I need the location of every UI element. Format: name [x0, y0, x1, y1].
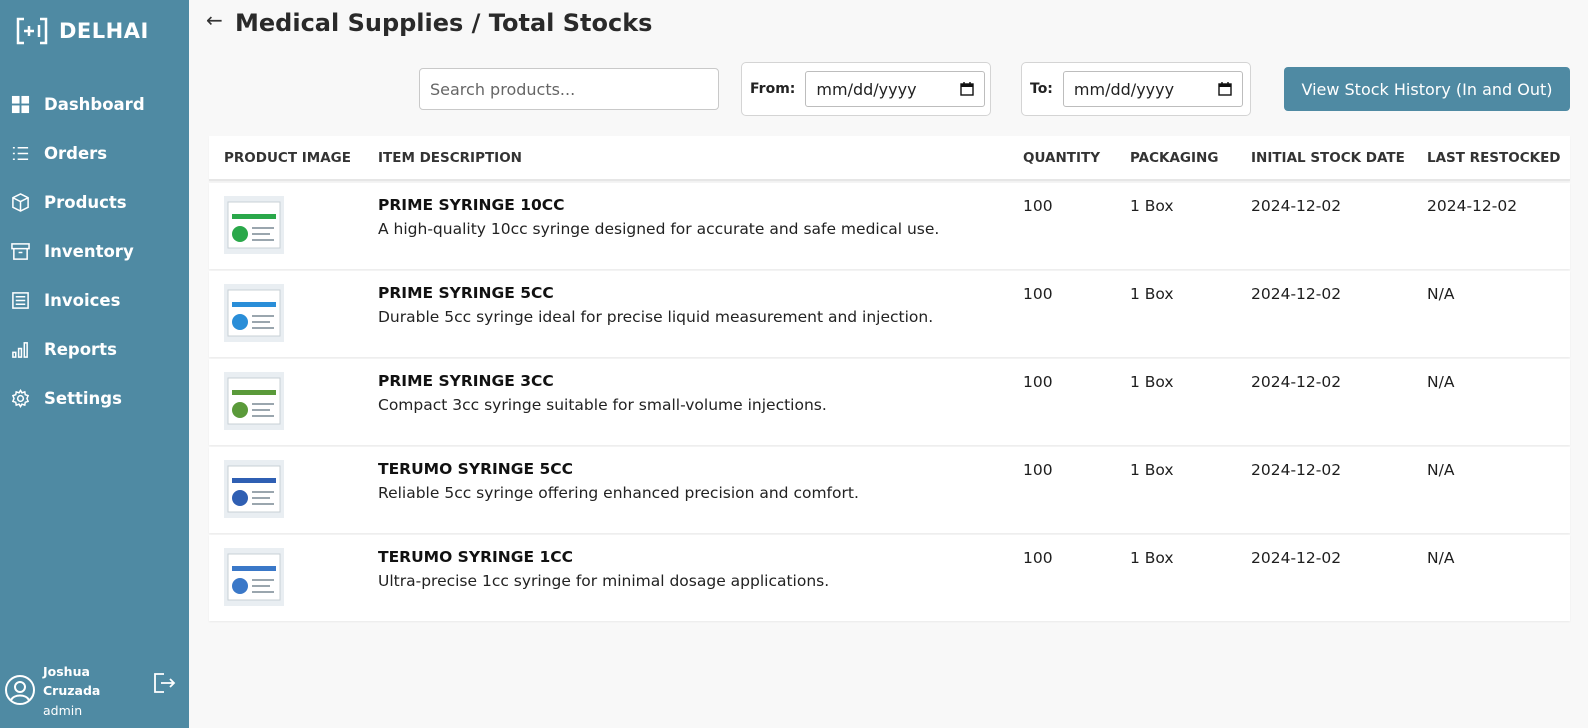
table-row[interactable]: TERUMO SYRINGE 1CC Ultra-precise 1cc syri… — [209, 535, 1570, 621]
to-date-input[interactable]: mm/dd/yyyy — [1062, 71, 1243, 107]
product-name: PRIME SYRINGE 3CC — [378, 372, 554, 390]
stocks-table: PRODUCT IMAGE ITEM DESCRIPTION QUANTITY … — [209, 136, 1570, 621]
packaging-cell: 1 Box — [1130, 461, 1174, 479]
sidebar-item-label: Orders — [44, 144, 108, 163]
packaging-cell: 1 Box — [1130, 373, 1174, 391]
product-image[interactable] — [224, 284, 284, 342]
table-row[interactable]: TERUMO SYRINGE 5CC Reliable 5cc syringe o… — [209, 447, 1570, 533]
table-header: PRODUCT IMAGE ITEM DESCRIPTION QUANTITY … — [209, 136, 1570, 181]
product-description: Ultra-precise 1cc syringe for minimal do… — [378, 572, 830, 590]
quantity-cell: 100 — [1023, 285, 1053, 303]
logo-icon — [16, 17, 48, 45]
view-stock-history-button[interactable]: View Stock History (In and Out) — [1284, 67, 1570, 111]
user-name: Joshua Cruzada — [43, 664, 101, 698]
gear-icon — [11, 389, 30, 408]
back-button[interactable]: ← — [206, 8, 223, 32]
initial-stock-date-cell: 2024-12-02 — [1251, 285, 1342, 303]
last-restocked-cell: N/A — [1427, 461, 1455, 479]
product-description: Compact 3cc syringe suitable for small-v… — [378, 396, 827, 414]
sidebar-item-label: Dashboard — [44, 95, 145, 114]
last-restocked-cell: N/A — [1427, 285, 1455, 303]
sidebar-item-settings[interactable]: Settings — [0, 374, 189, 423]
product-image[interactable] — [224, 196, 284, 254]
sidebar-item-dashboard[interactable]: Dashboard — [0, 80, 189, 129]
dashboard-icon — [11, 95, 30, 114]
brand-name: DELHAI — [59, 19, 149, 43]
page-title: Medical Supplies / Total Stocks — [235, 9, 653, 37]
from-date-input[interactable]: mm/dd/yyyy — [805, 71, 986, 107]
product-image[interactable] — [224, 548, 284, 606]
sidebar-nav: Dashboard Orders Products Inventory Invo… — [0, 80, 189, 423]
sidebar-item-label: Settings — [44, 389, 122, 408]
calendar-icon[interactable] — [1218, 82, 1232, 96]
sidebar-item-label: Inventory — [44, 242, 134, 261]
brand[interactable]: DELHAI — [15, 16, 149, 46]
quantity-cell: 100 — [1023, 373, 1053, 391]
table-row[interactable]: PRIME SYRINGE 5CC Durable 5cc syringe ide… — [209, 271, 1570, 357]
archive-icon — [11, 243, 30, 260]
to-date-filter: To: mm/dd/yyyy — [1021, 62, 1251, 116]
sidebar-item-label: Products — [44, 193, 127, 212]
packaging-cell: 1 Box — [1130, 549, 1174, 567]
table-row[interactable]: PRIME SYRINGE 10CC A high-quality 10cc sy… — [209, 183, 1570, 269]
date-placeholder: mm/dd/yyyy — [1073, 79, 1175, 99]
column-header: PACKAGING — [1130, 150, 1219, 166]
bar-chart-icon — [12, 342, 28, 358]
initial-stock-date-cell: 2024-12-02 — [1251, 373, 1342, 391]
product-image[interactable] — [224, 460, 284, 518]
last-restocked-cell: 2024-12-02 — [1427, 197, 1518, 215]
sidebar-item-invoices[interactable]: Invoices — [0, 276, 189, 325]
product-name: TERUMO SYRINGE 5CC — [378, 460, 573, 478]
table-row[interactable]: PRIME SYRINGE 3CC Compact 3cc syringe sui… — [209, 359, 1570, 445]
sidebar-item-products[interactable]: Products — [0, 178, 189, 227]
quantity-cell: 100 — [1023, 197, 1053, 215]
sidebar-item-orders[interactable]: Orders — [0, 129, 189, 178]
quantity-cell: 100 — [1023, 461, 1053, 479]
product-name: PRIME SYRINGE 5CC — [378, 284, 554, 302]
column-header: INITIAL STOCK DATE — [1251, 150, 1405, 166]
search-input[interactable] — [419, 68, 719, 110]
column-header: QUANTITY — [1023, 150, 1100, 166]
sidebar-item-label: Invoices — [44, 291, 121, 310]
sidebar-item-reports[interactable]: Reports — [0, 325, 189, 374]
avatar — [5, 675, 35, 705]
from-date-filter: From: mm/dd/yyyy — [741, 62, 991, 116]
user-panel: Joshua Cruzada admin — [4, 662, 184, 722]
initial-stock-date-cell: 2024-12-02 — [1251, 197, 1342, 215]
product-name: TERUMO SYRINGE 1CC — [378, 548, 573, 566]
logout-icon[interactable] — [152, 672, 176, 694]
sidebar-item-inventory[interactable]: Inventory — [0, 227, 189, 276]
packaging-cell: 1 Box — [1130, 285, 1174, 303]
box-icon — [12, 193, 29, 212]
to-label: To: — [1030, 81, 1053, 97]
column-header: ITEM DESCRIPTION — [378, 150, 522, 166]
product-description: A high-quality 10cc syringe designed for… — [378, 220, 940, 238]
sidebar-item-label: Reports — [44, 340, 117, 359]
column-header: LAST RESTOCKED — [1427, 150, 1561, 166]
invoice-icon — [12, 292, 29, 309]
column-header: PRODUCT IMAGE — [224, 150, 351, 166]
user-role: admin — [43, 703, 83, 718]
product-description: Durable 5cc syringe ideal for precise li… — [378, 308, 934, 326]
product-name: PRIME SYRINGE 10CC — [378, 196, 565, 214]
sidebar: DELHAI Dashboard Orders Products Invento… — [0, 0, 189, 728]
packaging-cell: 1 Box — [1130, 197, 1174, 215]
initial-stock-date-cell: 2024-12-02 — [1251, 549, 1342, 567]
last-restocked-cell: N/A — [1427, 549, 1455, 567]
quantity-cell: 100 — [1023, 549, 1053, 567]
initial-stock-date-cell: 2024-12-02 — [1251, 461, 1342, 479]
last-restocked-cell: N/A — [1427, 373, 1455, 391]
product-description: Reliable 5cc syringe offering enhanced p… — [378, 484, 859, 502]
calendar-icon[interactable] — [960, 82, 975, 96]
product-image[interactable] — [224, 372, 284, 430]
from-label: From: — [750, 81, 796, 97]
list-icon — [12, 147, 29, 160]
date-placeholder: mm/dd/yyyy — [816, 79, 917, 99]
